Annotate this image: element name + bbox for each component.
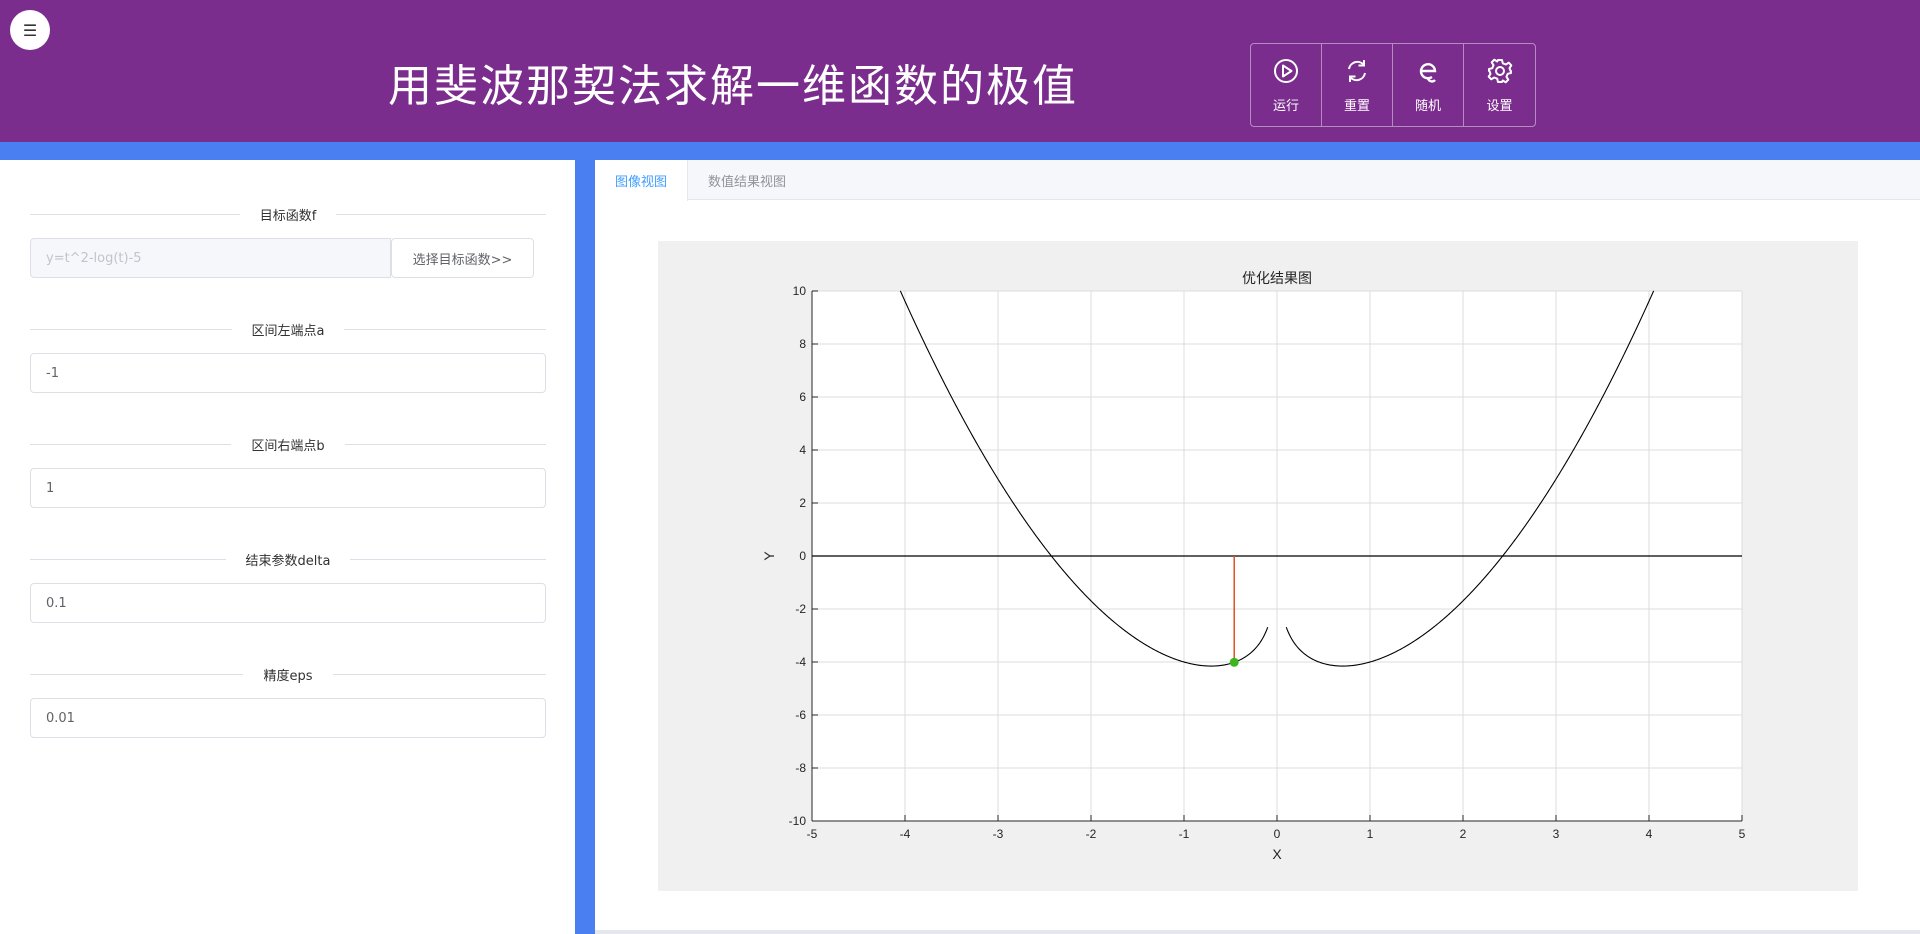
y-tick-label: -2 [795,602,806,616]
x-tick-label: 2 [1460,827,1467,841]
eps-label: 精度eps [243,664,333,684]
delta-input[interactable]: 0.1 [30,583,546,623]
refresh-icon [1348,60,1366,82]
random-icon [1419,63,1437,83]
interval-b-input[interactable]: 1 [30,468,546,508]
chart-title: 优化结果图 [1242,271,1312,287]
y-tick-label: 4 [799,443,806,457]
settings-label: 设置 [1486,99,1513,114]
parameter-panel: 目标函数f y=t^2-log(t)-5 选择目标函数>> 区间左端点a -1 … [0,160,575,934]
panel-bottom-border [595,930,1920,934]
interval-a-input[interactable]: -1 [30,353,546,393]
delta-divider: 结束参数delta [30,549,546,569]
x-tick-label: -1 [1179,827,1190,841]
tab-graph-view[interactable]: 图像视图 [595,160,689,201]
reset-label: 重置 [1343,99,1370,114]
optimization-chart: -5 -4 -3 -2 -1 0 1 2 3 4 5-10-8-6-4-20246810优化结果图X… [761,271,1746,862]
tab-numeric-view[interactable]: 数值结果视图 [688,160,807,200]
interval-b-section: 区间右端点b 1 [30,434,546,508]
delta-section: 结束参数delta 0.1 [30,549,546,623]
random-label: 随机 [1414,99,1441,114]
view-tabs: 图像视图 数值结果视图 [595,160,1920,201]
chart-figure: -5 -4 -3 -2 -1 0 1 2 3 4 5 -10 -8 -6 -4 -2 0 2 4 6 8 10 优化结果图 X… [658,241,1858,891]
menu-button[interactable]: ☰ [10,10,50,50]
x-axis-label: X [1272,846,1282,862]
interval-a-section: 区间左端点a -1 [30,319,546,393]
y-tick-label: 8 [799,337,806,351]
x-tick-label: 5 [1739,827,1746,841]
y-tick-label: -4 [795,655,806,669]
y-tick-label: 0 [799,549,806,563]
y-tick-label: 2 [799,496,806,510]
panel-divider [575,160,595,934]
target-function-section: 目标函数f y=t^2-log(t)-5 选择目标函数>> [30,204,546,278]
interval-b-divider: 区间右端点b [30,434,546,454]
interval-a-label: 区间左端点a [231,319,345,339]
x-tick-label: -3 [993,827,1004,841]
optimum-point [1229,657,1239,667]
eps-divider: 精度eps [30,664,546,684]
menu-icon: ☰ [22,20,38,40]
reset-button[interactable]: 重置 [1322,44,1393,126]
eps-section: 精度eps 0.01 [30,664,546,738]
random-button[interactable]: 随机 [1393,44,1464,126]
toolbar: 运行 重置 随机 设置 [1250,43,1536,127]
target-function-input[interactable]: y=t^2-log(t)-5 [30,238,391,278]
app-header: ☰ 用斐波那契法求解一维函数的极值 运行 重置 随机 设置 [0,0,1920,142]
run-button[interactable]: 运行 [1251,44,1322,126]
y-tick-label: 6 [799,390,806,404]
x-tick-label: -4 [900,827,911,841]
y-tick-label: -10 [789,814,807,828]
y-tick-label: 10 [793,284,807,298]
y-axis-label: Y [761,551,777,561]
result-panel: 图像视图 数值结果视图 -5 -4 -3 -2 -1 0 1 2 3 4 5 -10 -8 -6 -4 -2 0… [595,160,1920,934]
select-function-button[interactable]: 选择目标函数>> [391,238,534,278]
x-tick-label: -2 [1086,827,1097,841]
gear-icon [1487,58,1512,84]
run-label: 运行 [1272,99,1299,114]
target-function-label: 目标函数f [239,204,337,224]
x-tick-label: -5 [807,827,818,841]
interval-b-label: 区间右端点b [231,434,345,454]
play-icon [1274,59,1298,83]
x-tick-label: 0 [1274,827,1281,841]
y-tick-label: -8 [795,761,806,775]
x-tick-label: 3 [1553,827,1560,841]
x-tick-label: 1 [1367,827,1374,841]
x-tick-label: 4 [1646,827,1653,841]
target-function-divider: 目标函数f [30,204,546,224]
settings-button[interactable]: 设置 [1464,44,1535,126]
header-accent-strip [0,142,1920,160]
eps-input[interactable]: 0.01 [30,698,546,738]
page-title: 用斐波那契法求解一维函数的极值 [388,61,1078,112]
interval-a-divider: 区间左端点a [30,319,546,339]
y-tick-label: -6 [795,708,806,722]
delta-label: 结束参数delta [225,549,351,569]
